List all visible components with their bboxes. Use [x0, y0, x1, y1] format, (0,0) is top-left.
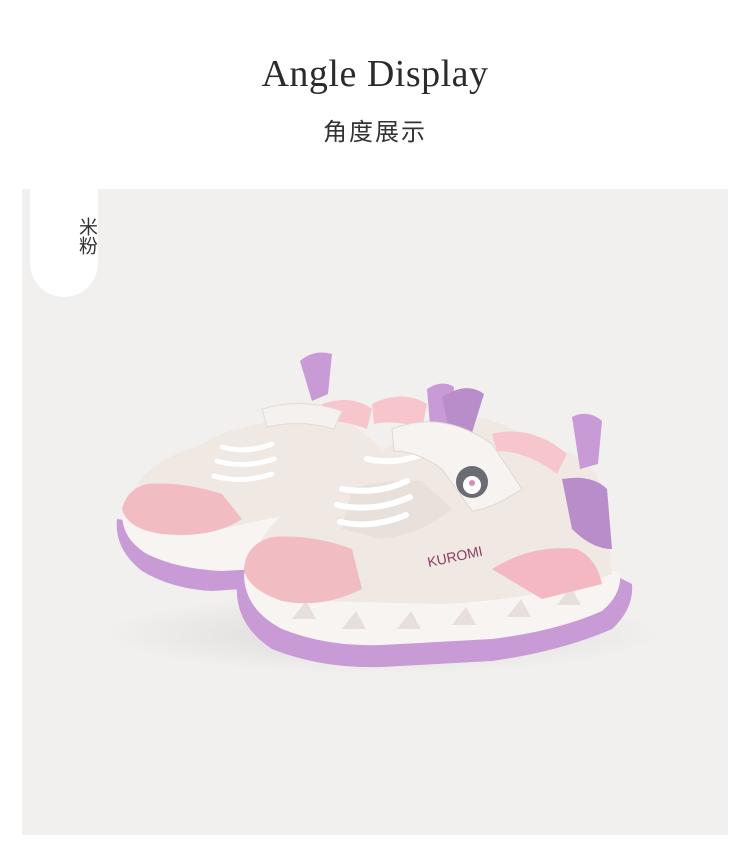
- sneaker-pair-image: KUROMI: [102, 352, 662, 674]
- color-variant-label: 米粉: [76, 217, 98, 255]
- color-variant-tag: 米粉: [30, 189, 98, 297]
- product-photo-panel: KUROMI: [22, 189, 728, 835]
- page-title: Angle Display: [261, 53, 489, 95]
- page-subtitle: 角度展示: [323, 118, 427, 146]
